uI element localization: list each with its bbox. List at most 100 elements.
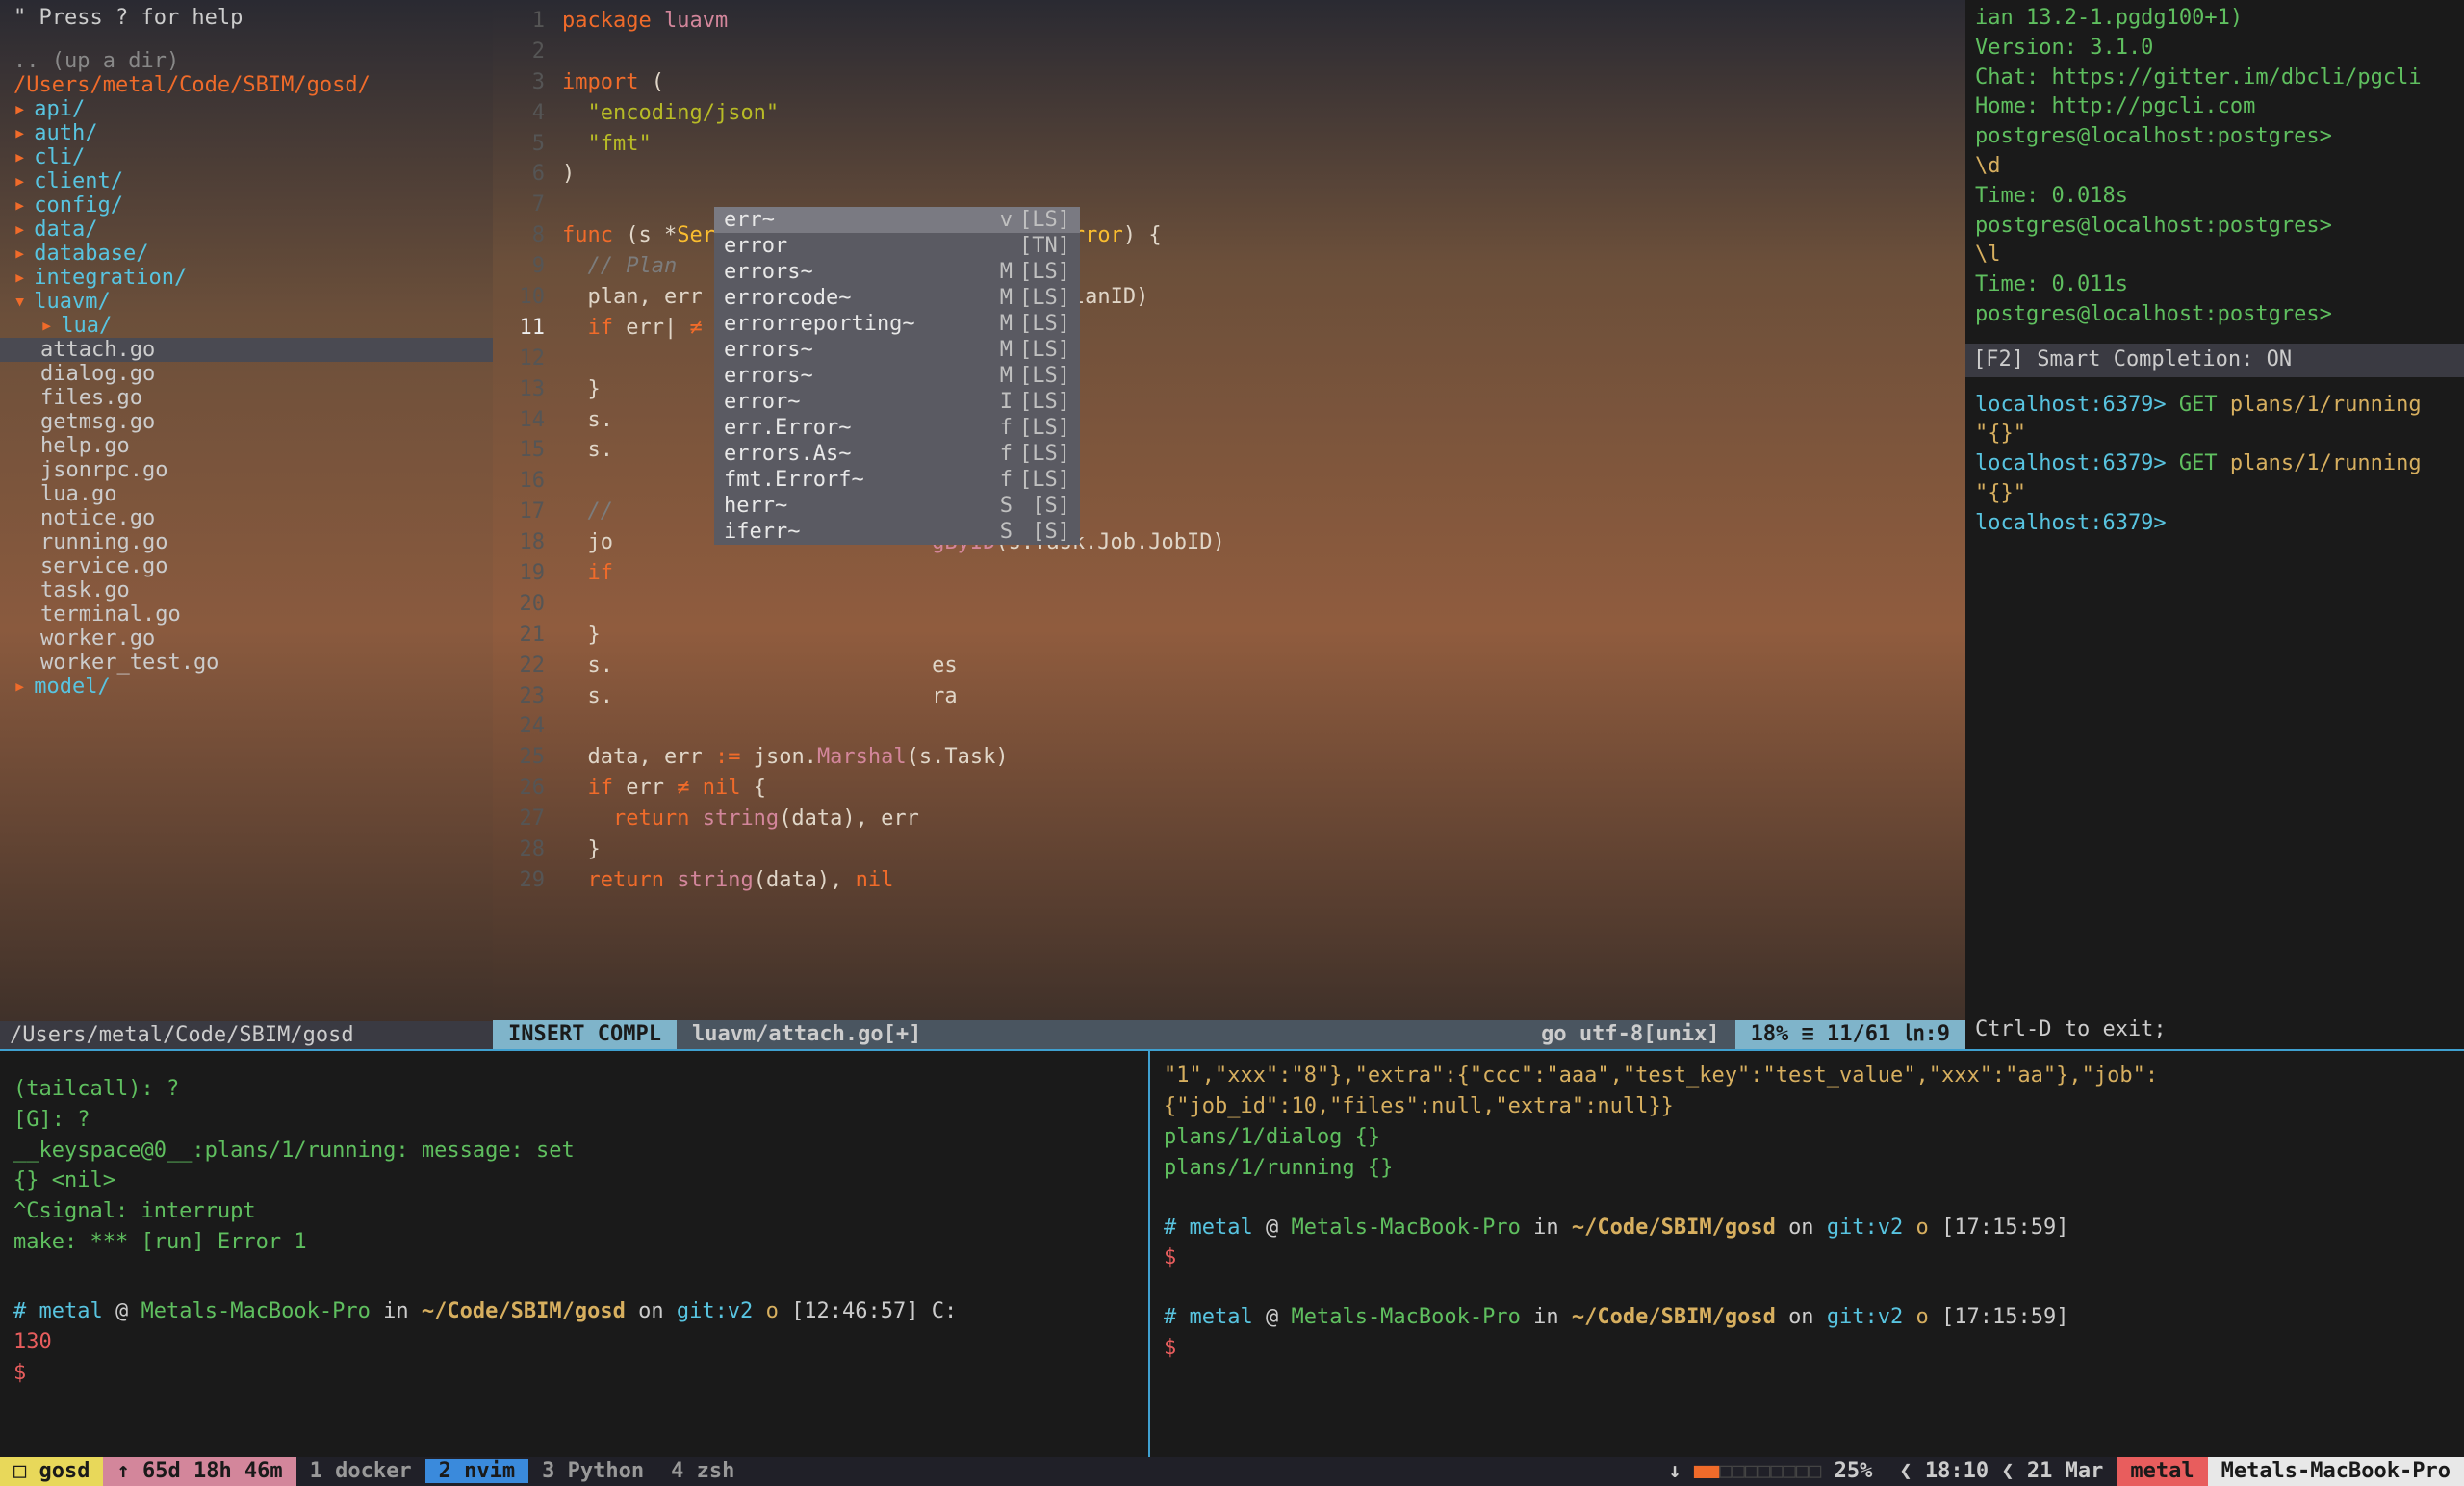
completion-item[interactable]: errors.As~f[LS] — [714, 441, 1080, 467]
line-number: 16 — [493, 466, 562, 497]
tree-file[interactable]: files.go — [0, 386, 493, 410]
tree-dir[interactable]: ▸api/ — [0, 97, 493, 121]
tree-file[interactable]: running.go — [0, 530, 493, 554]
code-line[interactable]: 26 if err ≠ nil { — [493, 773, 1965, 804]
terminal-line: \d — [1975, 152, 2454, 182]
tree-statusline: /Users/metal/Code/SBIM/gosd — [0, 1021, 493, 1049]
tree-dir[interactable]: ▸data/ — [0, 218, 493, 242]
terminal-right-pane[interactable]: "1","xxx":"8"},"extra":{"ccc":"aaa","tes… — [1150, 1051, 2464, 1457]
completion-item[interactable]: errors~M[LS] — [714, 337, 1080, 363]
completion-item[interactable]: fmt.Errorf~f[LS] — [714, 467, 1080, 493]
smart-completion-banner: [F2] Smart Completion: ON — [1965, 344, 2464, 377]
completion-item[interactable]: iferr~S[S] — [714, 519, 1080, 545]
completion-item[interactable]: err.Error~f[LS] — [714, 415, 1080, 441]
shell-prompt-right: # metal @ Metals-MacBook-Pro in ~/Code/S… — [1164, 1213, 2451, 1274]
terminal-line: postgres@localhost:postgres> — [1975, 122, 2454, 152]
code-line[interactable]: 3import ( — [493, 67, 1965, 98]
tree-up-dir[interactable]: .. (up a dir) — [0, 49, 493, 73]
redis-line: "{}" — [1975, 420, 2454, 449]
terminal-line: {} <nil> — [13, 1166, 1135, 1196]
completion-item[interactable]: error~I[LS] — [714, 389, 1080, 415]
terminal-line: Version: 3.1.0 — [1975, 34, 2454, 64]
code-line[interactable]: 4 "encoding/json" — [493, 98, 1965, 129]
line-number: 6 — [493, 159, 562, 190]
prompt-symbol[interactable]: $ — [1164, 1245, 1176, 1269]
completion-item[interactable]: herr~S[S] — [714, 493, 1080, 519]
tmux-window-tab[interactable]: 4 zsh — [657, 1459, 748, 1483]
tree-dir[interactable]: ▸auth/ — [0, 121, 493, 145]
folder-arrow-icon: ▸ — [13, 242, 26, 266]
line-number: 11 — [493, 313, 562, 344]
code-line[interactable]: 25 data, err := json.Marshal(s.Task) — [493, 742, 1965, 773]
tmux-window-tab[interactable]: 2 nvim — [425, 1459, 528, 1483]
tree-dir[interactable]: ▸database/ — [0, 242, 493, 266]
code-line[interactable]: 2 — [493, 37, 1965, 67]
tree-file[interactable]: terminal.go — [0, 602, 493, 627]
battery-indicator: ↓ ■■□□□□□□□□ 25% — [1655, 1457, 1886, 1486]
tree-dir[interactable]: ▾luavm/ — [0, 290, 493, 314]
tree-file[interactable]: jsonrpc.go — [0, 458, 493, 482]
tmux-session[interactable]: □ gosd — [0, 1457, 103, 1486]
terminal-left-pane[interactable]: Already at oldest change -- INSERT -- (t… — [0, 1051, 1150, 1457]
shell-prompt-right: # metal @ Metals-MacBook-Pro in ~/Code/S… — [1164, 1302, 2451, 1364]
tree-dir[interactable]: ▸config/ — [0, 193, 493, 218]
code-line[interactable]: 21 } — [493, 620, 1965, 651]
code-line[interactable]: 19 if — [493, 558, 1965, 589]
tree-dir[interactable]: ▸model/ — [0, 675, 493, 699]
line-number: 1 — [493, 6, 562, 37]
terminal-line: Home: http://pgcli.com — [1975, 92, 2454, 122]
code-line[interactable]: 23 s. ra — [493, 681, 1965, 712]
code-line[interactable]: 29 return string(data), nil — [493, 865, 1965, 896]
completion-item[interactable]: error[TN] — [714, 233, 1080, 259]
code-line[interactable]: 27 return string(data), err — [493, 804, 1965, 834]
terminal-line: [G]: ? — [13, 1105, 1135, 1136]
tree-file[interactable]: getmsg.go — [0, 410, 493, 434]
line-number: 15 — [493, 435, 562, 466]
tree-dir[interactable]: ▸cli/ — [0, 145, 493, 169]
code-line[interactable]: 1package luavm — [493, 6, 1965, 37]
completion-item[interactable]: errorcode~M[LS] — [714, 285, 1080, 311]
completion-item[interactable]: err~v[LS] — [714, 207, 1080, 233]
line-number: 10 — [493, 282, 562, 313]
tree-help-text: " Press ? for help — [0, 6, 493, 30]
tree-dir[interactable]: ▸lua/ — [0, 314, 493, 338]
editor-pane[interactable]: 1package luavm23import (4 "encoding/json… — [493, 0, 1965, 1049]
terminal-line: postgres@localhost:postgres> — [1975, 212, 2454, 242]
code-line[interactable]: 24 — [493, 711, 1965, 742]
right-terminal-pane[interactable]: ian 13.2-1.pgdg100+1)Version: 3.1.0Chat:… — [1965, 0, 2464, 1049]
tree-dir[interactable]: ▸client/ — [0, 169, 493, 193]
completion-popup[interactable]: err~v[LS]error[TN]errors~M[LS]errorcode~… — [714, 207, 1080, 545]
code-line[interactable]: 22 s. es — [493, 651, 1965, 681]
completion-item[interactable]: errorreporting~M[LS] — [714, 311, 1080, 337]
line-number: 3 — [493, 67, 562, 98]
tree-dir[interactable]: ▸integration/ — [0, 266, 493, 290]
folder-arrow-icon: ▸ — [13, 121, 26, 145]
tmux-statusbar: □ gosd ↑ 65d 18h 46m 1 docker2 nvim3 Pyt… — [0, 1457, 2464, 1486]
code-line[interactable]: 20 — [493, 589, 1965, 620]
prompt-symbol[interactable]: $ — [1164, 1336, 1176, 1360]
code-line[interactable]: 28 } — [493, 834, 1965, 865]
file-path-segment: luavm/attach.go[+] go utf-8[unix] — [677, 1020, 1735, 1049]
terminal-line: Time: 0.018s — [1975, 182, 2454, 212]
line-number: 29 — [493, 865, 562, 896]
tree-file[interactable]: lua.go — [0, 482, 493, 506]
cursor-position: 18% ≡ 11/61 ㏑:9 — [1735, 1020, 1965, 1049]
code-line[interactable]: 5 "fmt" — [493, 129, 1965, 160]
tree-file[interactable]: worker_test.go — [0, 651, 493, 675]
tree-file[interactable]: worker.go — [0, 627, 493, 651]
code-line[interactable]: 6) — [493, 159, 1965, 190]
completion-item[interactable]: errors~M[LS] — [714, 363, 1080, 389]
tree-file[interactable]: task.go — [0, 578, 493, 602]
tmux-window-tab[interactable]: 3 Python — [528, 1459, 657, 1483]
line-number: 25 — [493, 742, 562, 773]
tree-file[interactable]: service.go — [0, 554, 493, 578]
tmux-window-tab[interactable]: 1 docker — [296, 1459, 425, 1483]
clock: ❮ 18:10 ❮ 21 Mar — [1886, 1457, 2117, 1486]
prompt-symbol[interactable]: $ — [13, 1361, 26, 1385]
tree-file[interactable]: dialog.go — [0, 362, 493, 386]
tree-file[interactable]: notice.go — [0, 506, 493, 530]
tree-file[interactable]: help.go — [0, 434, 493, 458]
tree-file[interactable]: attach.go — [0, 338, 493, 362]
completion-item[interactable]: errors~M[LS] — [714, 259, 1080, 285]
terminal-line: make: *** [run] Error 1 — [13, 1227, 1135, 1258]
